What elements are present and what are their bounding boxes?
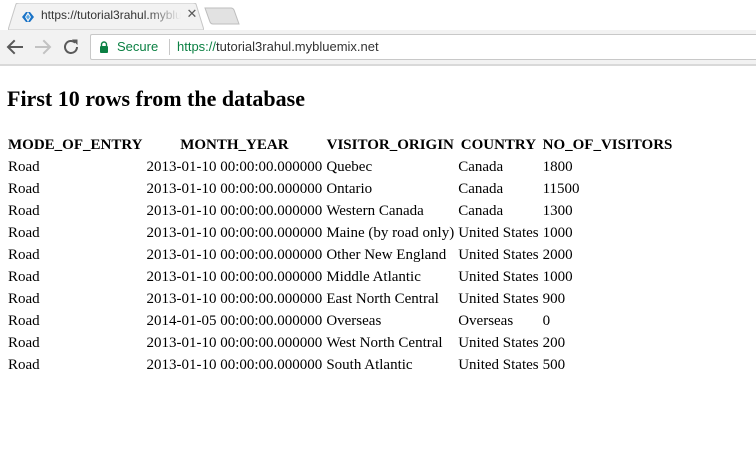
table-cell: United States [458,225,539,241]
close-icon[interactable]: ✕ [185,7,199,21]
table-cell: 2013-01-10 00:00:00.000000 [146,203,323,219]
table-row: Road 2014-01-05 00:00:00.000000 Overseas Ov… [6,310,674,332]
column-header: MONTH_YEAR [180,137,289,153]
table-cell: East North Central [326,291,439,307]
table-cell: United States [458,247,539,263]
table-cell: 900 [542,291,566,307]
table-cell: Road [8,313,40,329]
table-header-row: MODE_OF_ENTRY MONTH_YEAR VISITOR_ORIGIN … [6,134,674,156]
table-row: Road 2013-01-10 00:00:00.000000 Middle Atl… [6,266,674,288]
table-cell: 1800 [542,159,573,175]
table-cell: Canada [458,159,504,175]
table-cell: Maine (by road only) [326,225,455,241]
table-cell: 2013-01-10 00:00:00.000000 [146,335,323,351]
page-title: First 10 rows from the database [7,86,305,111]
table-cell: Road [8,291,40,307]
lock-icon [100,41,108,53]
table-cell: Ontario [326,181,373,197]
forward-arrow-icon[interactable] [31,35,55,59]
table-cell: 11500 [542,181,580,197]
table-cell: United States [458,269,539,285]
table-cell: Road [8,357,40,373]
table-cell: Overseas [326,313,382,329]
table-cell: 1000 [542,225,573,241]
table-cell: Canada [458,203,504,219]
table-cell: United States [458,291,539,307]
table-cell: 2013-01-10 00:00:00.000000 [146,247,323,263]
page-content: First 10 rows from the database MODE_OF_… [0,66,756,458]
table-cell: Quebec [326,159,373,175]
table-cell: 2013-01-10 00:00:00.000000 [146,181,323,197]
table-row: Road 2013-01-10 00:00:00.000000 Quebec Cana… [6,156,674,178]
table-cell: South Atlantic [326,357,413,373]
url-scheme: https:// [177,39,217,54]
table-row: Road 2013-01-10 00:00:00.000000 Ontario Can… [6,178,674,200]
table-cell: Canada [458,181,504,197]
table-row: Road 2013-01-10 00:00:00.000000 East North… [6,288,674,310]
table-row: Road 2013-01-10 00:00:00.000000 West North… [6,332,674,354]
table-cell: 1000 [542,269,573,285]
table-cell: 200 [542,335,566,351]
table-cell: United States [458,357,539,373]
security-label: Secure [117,39,159,54]
browser-chrome: https://tutorial3rahul.mybluemix.net ✕ S… [0,0,756,66]
table-cell: 500 [542,357,566,373]
column-header: COUNTRY [460,137,537,153]
table-cell: Road [8,335,40,351]
reload-icon[interactable] [59,35,83,59]
url-host: tutorial3rahul.mybluemix.net [216,39,379,54]
table-row: Road 2013-01-10 00:00:00.000000 South Atla… [6,354,674,376]
table-cell: Road [8,203,40,219]
table-cell: Overseas [458,313,514,329]
table-cell: Road [8,159,40,175]
address-divider [169,39,170,55]
url-text[interactable]: https://tutorial3rahul.mybluemix.net [177,39,379,54]
table-row: Road 2013-01-10 00:00:00.000000 Maine (by … [6,222,674,244]
table-cell: Road [8,269,40,285]
table-cell: Other New England [326,247,447,263]
table-cell: 2013-01-10 00:00:00.000000 [146,225,323,241]
table-cell: 2013-01-10 00:00:00.000000 [146,159,323,175]
table-cell: Western Canada [326,203,424,219]
tab-title: https://tutorial3rahul.mybluemix.net [41,8,181,22]
tab-strip: https://tutorial3rahul.mybluemix.net ✕ [0,0,756,30]
table-cell: 2000 [542,247,573,263]
table-cell: 1300 [542,203,573,219]
browser-tab[interactable]: https://tutorial3rahul.mybluemix.net ✕ [8,3,204,30]
table-cell: Middle Atlantic [326,269,421,285]
table-cell: 2013-01-10 00:00:00.000000 [146,291,323,307]
data-table: MODE_OF_ENTRY MONTH_YEAR VISITOR_ORIGIN … [6,134,674,376]
table-cell: United States [458,335,539,351]
column-header: VISITOR_ORIGIN [326,137,454,153]
table-cell: 2013-01-10 00:00:00.000000 [146,357,323,373]
back-arrow-icon[interactable] [3,35,27,59]
table-cell: 0 [542,313,551,329]
address-bar[interactable]: Secure https://tutorial3rahul.mybluemix.… [90,34,756,60]
column-header: NO_OF_VISITORS [542,137,673,153]
table-row: Road 2013-01-10 00:00:00.000000 Western Ca… [6,200,674,222]
column-header: MODE_OF_ENTRY [8,137,143,153]
table-cell: Road [8,181,40,197]
bluemix-favicon-icon [22,12,34,22]
table-cell: Road [8,225,40,241]
table-cell: West North Central [326,335,443,351]
table-cell: 2014-01-05 00:00:00.000000 [146,313,323,329]
table-cell: Road [8,247,40,263]
table-cell: 2013-01-10 00:00:00.000000 [146,269,323,285]
new-tab-icon[interactable] [204,7,240,25]
table-row: Road 2013-01-10 00:00:00.000000 Other New … [6,244,674,266]
